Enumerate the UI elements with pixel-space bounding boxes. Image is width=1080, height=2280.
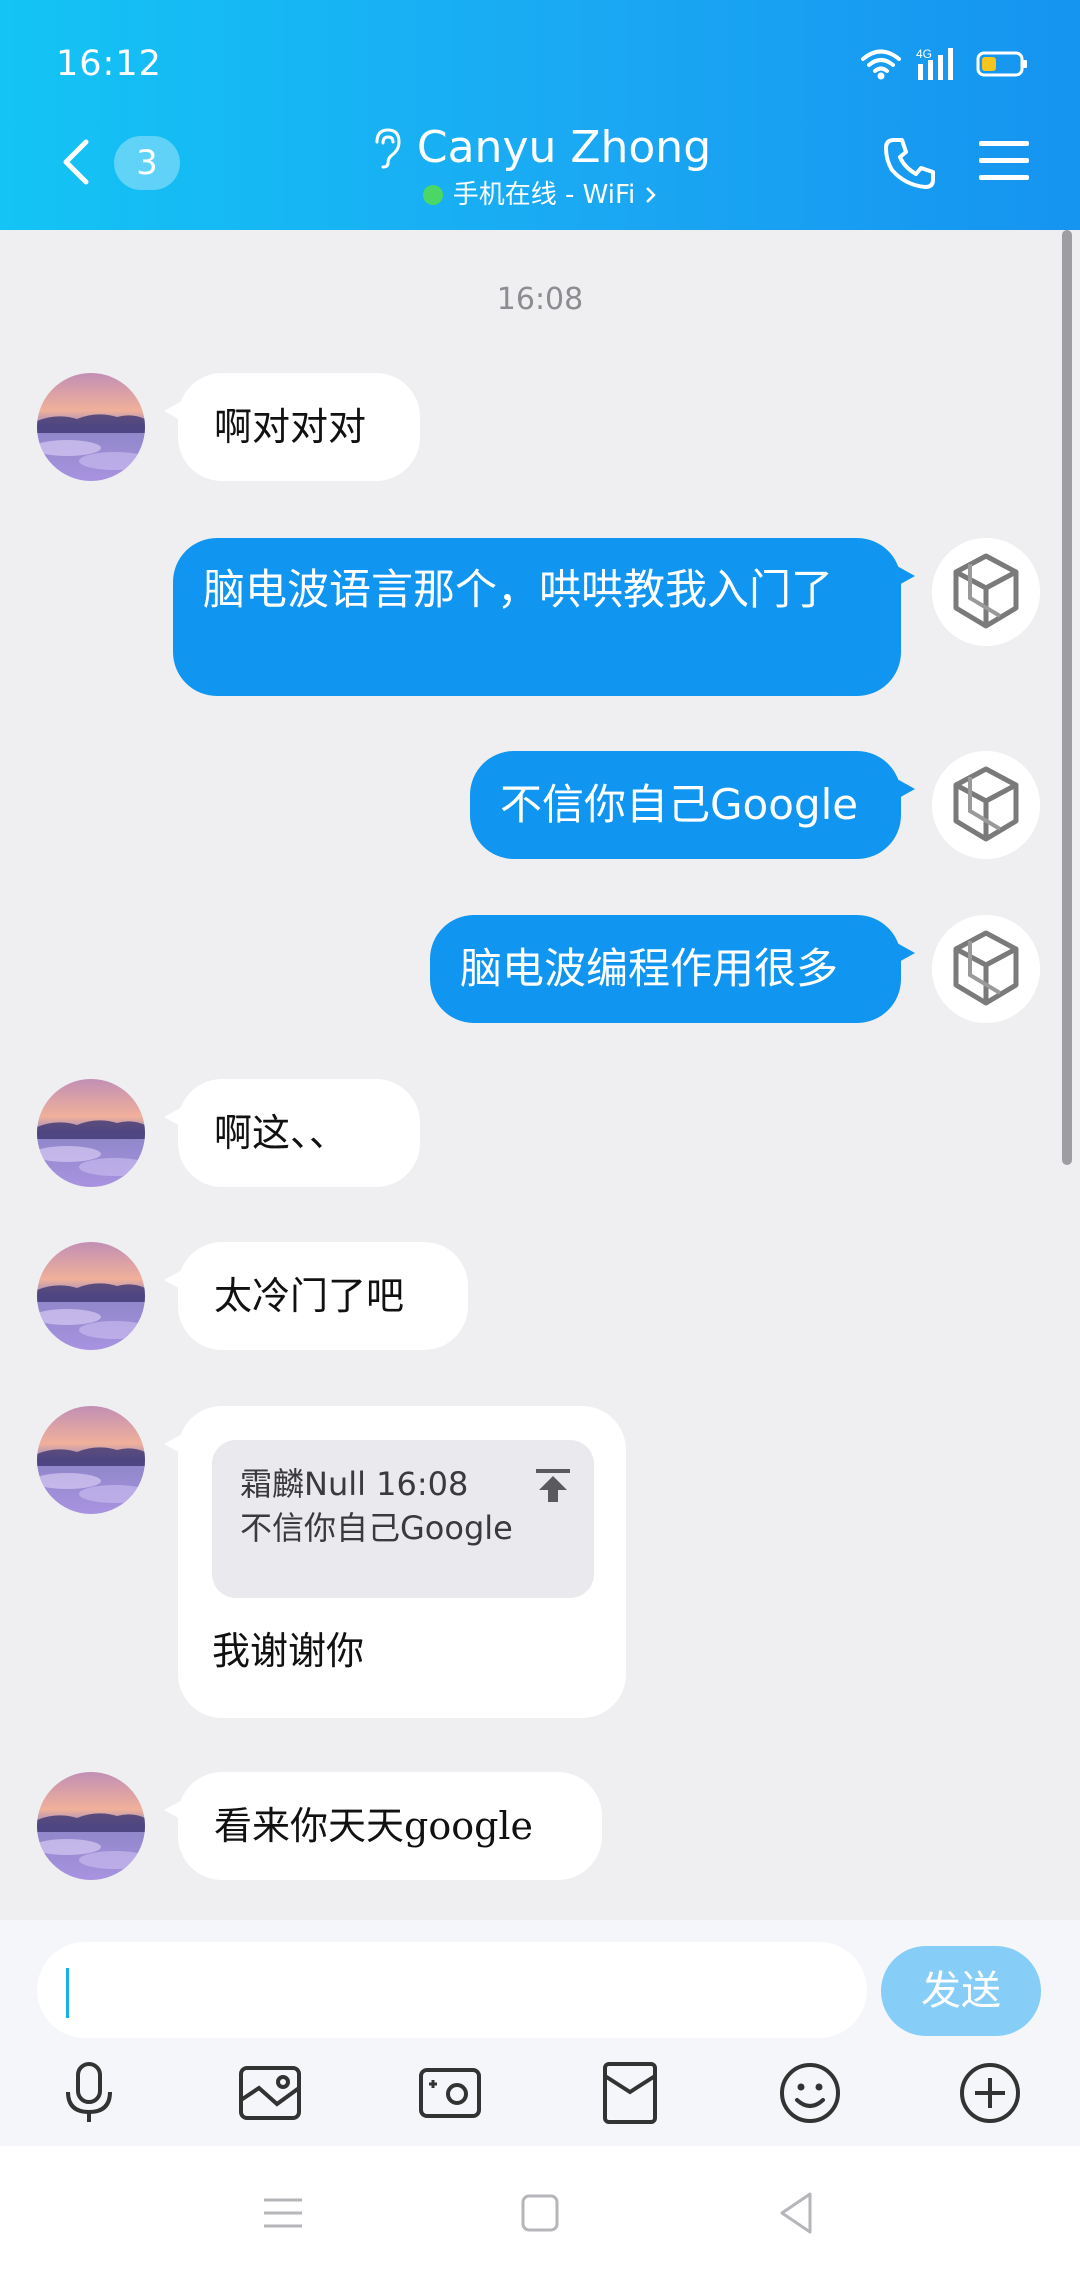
back-triangle-icon[interactable] [770,2186,824,2240]
message-bubble[interactable]: 啊这、、 [164,1079,420,1187]
red-packet-icon[interactable] [597,2060,663,2126]
message-timestamp: 16:08 [496,282,584,317]
quote-text: 不信你自己Google [240,1509,513,1547]
message-bubble[interactable]: 不信你自己Google [470,751,915,859]
battery-icon [976,51,1027,77]
ear-icon [375,128,401,169]
my-avatar[interactable] [932,751,1040,859]
my-avatar[interactable] [932,538,1040,646]
my-avatar[interactable] [932,915,1040,1023]
message-bubble[interactable]: 看来你天天google [164,1772,602,1880]
microphone-icon[interactable] [56,2060,122,2126]
message-bubble[interactable]: 脑电波语言那个，哄哄教我入门了 [173,538,915,696]
contact-name: Canyu Zhong [416,122,712,173]
menu-icon[interactable] [976,136,1032,186]
quoted-message-bubble[interactable]: 霜麟Null 16:08 不信你自己Google 我谢谢你 [164,1406,626,1718]
status-time: 16:12 [56,44,162,84]
message-input[interactable] [37,1942,867,2038]
chevron-right-icon [646,187,657,203]
recent-apps-icon[interactable] [256,2186,310,2240]
message-bubble[interactable]: 脑电波编程作用很多 [430,915,915,1023]
image-icon[interactable] [237,2060,303,2126]
contact-avatar[interactable] [37,373,145,481]
scroll-to-top-icon[interactable] [534,1466,572,1504]
contact-avatar[interactable] [37,1242,145,1350]
quote-card[interactable]: 霜麟Null 16:08 不信你自己Google [212,1440,594,1598]
camera-icon[interactable] [417,2060,483,2126]
system-nav-bar [0,2146,1080,2280]
contact-avatar[interactable] [37,1406,145,1514]
message-bubble[interactable]: 太冷门了吧 [164,1242,468,1350]
phone-icon[interactable] [880,134,940,194]
svg-text:4G: 4G [916,47,932,61]
online-dot [422,185,443,205]
text-cursor [66,1968,69,2018]
quote-header: 霜麟Null 16:08 [240,1465,469,1503]
signal-icon: 4G [916,47,953,80]
contact-avatar[interactable] [37,1079,145,1187]
chat-header: 16:12 4G 3 Canyu Zhong 手机在线 - WiFi [0,0,1080,230]
chat-scrollbar[interactable] [1062,230,1072,1165]
status-icons: 4G [860,44,1028,84]
input-area: 发送 [0,1920,1080,2146]
wifi-icon [861,49,901,80]
home-icon[interactable] [513,2186,567,2240]
online-status: 手机在线 - WiFi [452,180,636,210]
message-bubble[interactable]: 啊对对对 [164,373,420,481]
plus-icon[interactable] [957,2060,1023,2126]
emoji-icon[interactable] [777,2060,843,2126]
send-button[interactable]: 发送 [881,1946,1041,2036]
contact-avatar[interactable] [37,1772,145,1880]
message-text: 我谢谢你 [212,1629,365,1673]
